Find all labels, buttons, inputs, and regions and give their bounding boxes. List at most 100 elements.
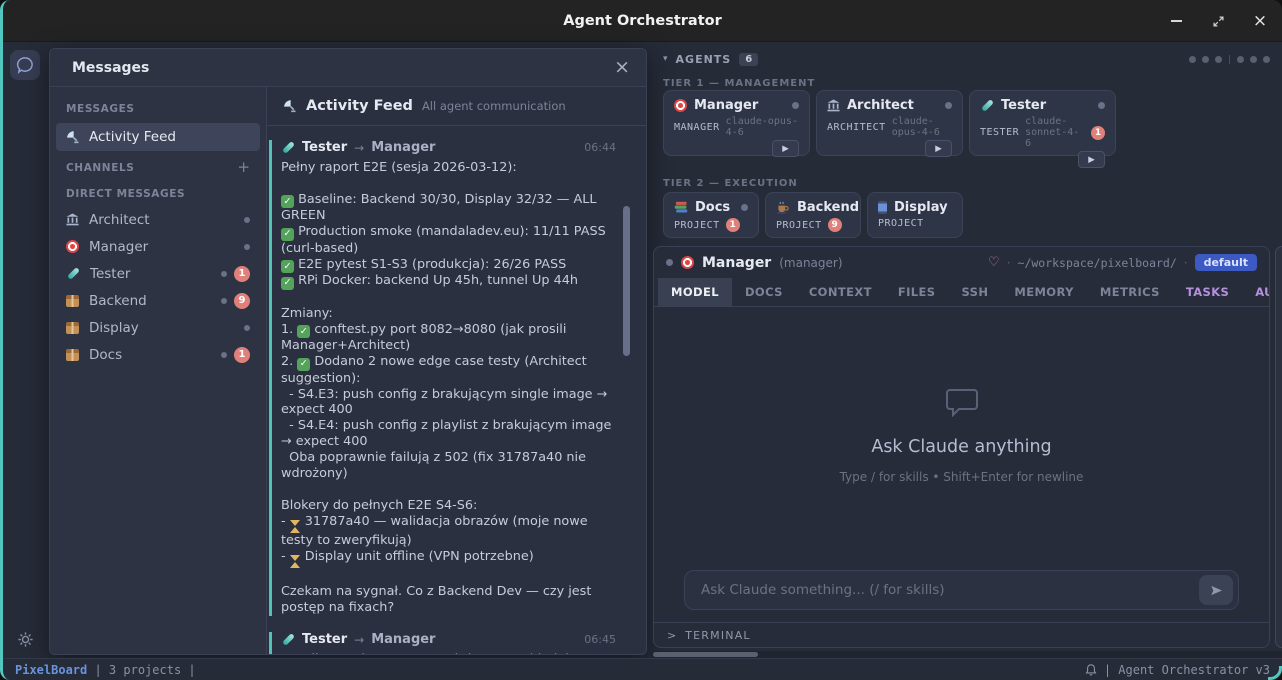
- dot-separator: ·: [1184, 256, 1188, 270]
- dots-divider: [1229, 55, 1230, 64]
- heart-icon[interactable]: ♡: [988, 255, 1000, 270]
- feed-message: Tester → Manager 06:45 Excellent! Edge c…: [269, 632, 620, 654]
- dm-item-architect[interactable]: Architect: [50, 206, 266, 233]
- window-title: Agent Orchestrator: [563, 13, 722, 29]
- agent-card-name: Manager: [694, 98, 758, 113]
- unread-badge: 9: [234, 293, 250, 309]
- dm-item-docs[interactable]: Docs 1: [50, 341, 266, 368]
- play-button[interactable]: ▶: [925, 140, 952, 157]
- tab-context[interactable]: CONTEXT: [796, 278, 885, 306]
- dot-separator: ·: [1007, 256, 1011, 270]
- minimize-button[interactable]: [1168, 13, 1184, 29]
- agent-status-dot: [945, 102, 952, 109]
- title-bar: Agent Orchestrator ×: [3, 0, 1282, 42]
- status-dot: [1202, 56, 1209, 63]
- empty-state-hint: Type / for skills • Shift+Enter for newl…: [840, 470, 1084, 484]
- test-tube-icon: [66, 267, 80, 281]
- messages-overlay-header: Messages ×: [50, 49, 646, 87]
- agent-card-name: Backend: [797, 200, 859, 215]
- terminal-toggle[interactable]: > TERMINAL: [654, 622, 1269, 647]
- feed-scrollbar[interactable]: [623, 206, 630, 356]
- empty-state-title: Ask Claude anything: [871, 437, 1051, 457]
- dm-item-tester[interactable]: Tester 1: [50, 260, 266, 287]
- play-button[interactable]: ▶: [772, 140, 799, 157]
- send-button[interactable]: [1199, 575, 1233, 605]
- messages-overlay: Messages × MESSAGES Activity Feed CHANNE…: [49, 48, 647, 655]
- tab-memory[interactable]: MEMORY: [1001, 278, 1086, 306]
- tab-metrics[interactable]: METRICS: [1087, 278, 1173, 306]
- scrollbar-thumb[interactable]: [653, 652, 758, 657]
- agent-status-dot: [792, 102, 799, 109]
- section-channels-label: CHANNELS: [66, 162, 134, 174]
- close-button[interactable]: ×: [1252, 13, 1268, 29]
- play-button[interactable]: ▶: [1078, 151, 1105, 168]
- conversation-list: MESSAGES Activity Feed CHANNELS + DIRECT…: [50, 87, 267, 654]
- dm-label: Docs: [89, 347, 122, 363]
- section-messages-label: MESSAGES: [50, 95, 266, 121]
- settings-button[interactable]: [3, 631, 47, 648]
- agent-card-display[interactable]: Display PROJECT: [867, 192, 963, 238]
- message-time: 06:44: [584, 141, 620, 154]
- tab-files[interactable]: FILES: [885, 278, 949, 306]
- ask-claude-input[interactable]: [699, 581, 1199, 599]
- tab-tasks[interactable]: TASKS: [1173, 278, 1242, 306]
- statusbar-projects: | 3 projects |: [87, 663, 195, 677]
- books-icon: [674, 201, 688, 214]
- presence-dot: [244, 217, 250, 223]
- agent-detail-name: Manager: [702, 255, 771, 271]
- satellite-icon: [66, 130, 80, 144]
- overlay-close-button[interactable]: ×: [614, 58, 630, 77]
- feed-subtitle: All agent communication: [422, 99, 566, 113]
- horizontal-scrollbar[interactable]: [651, 651, 1282, 658]
- agent-detail-header: Manager (manager) ♡ · ~/workspace/pixelb…: [654, 247, 1269, 278]
- agent-card-backend[interactable]: Backend PROJECT 9: [765, 192, 861, 238]
- left-rail: [3, 42, 47, 658]
- next-panel-edge: [1275, 246, 1282, 648]
- agent-card-manager[interactable]: Manager MANAGER claude-opus-4-6 ▶: [663, 90, 810, 156]
- maximize-button[interactable]: [1210, 13, 1226, 29]
- add-channel-button[interactable]: +: [237, 160, 250, 175]
- dm-item-display[interactable]: Display: [50, 314, 266, 341]
- window-controls: ×: [1168, 0, 1268, 42]
- message-from: Tester: [302, 140, 347, 155]
- activity-feed-header: Activity Feed All agent communication: [267, 87, 646, 126]
- agent-role: PROJECT: [674, 220, 720, 231]
- dm-item-backend[interactable]: Backend 9: [50, 287, 266, 314]
- dm-label: Backend: [89, 293, 147, 309]
- agent-status-dot: [741, 204, 748, 211]
- dm-item-manager[interactable]: Manager: [50, 233, 266, 260]
- agent-card-name: Tester: [1001, 98, 1046, 113]
- feed-scroll-area[interactable]: Tester → Manager 06:44 Pełny raport E2E …: [267, 126, 646, 654]
- agent-detail-role: (manager): [779, 256, 842, 270]
- agent-card-tester[interactable]: Tester TESTER claude-sonnet-4-6 1 ▶: [969, 90, 1116, 156]
- agent-card-name: Docs: [695, 200, 730, 215]
- send-icon: [1210, 585, 1223, 596]
- agent-tab-bar: MODEL DOCS CONTEXT FILES SSH MEMORY METR…: [654, 278, 1269, 307]
- chat-bubble-icon: [15, 55, 35, 75]
- agents-status-dots: [1189, 55, 1270, 64]
- dm-label: Architect: [89, 212, 150, 228]
- statusbar-version: | Agent Orchestrator v3: [1104, 663, 1270, 677]
- sidebar-item-activity-feed[interactable]: Activity Feed: [56, 123, 260, 151]
- agent-card-docs[interactable]: Docs PROJECT 1: [663, 192, 759, 238]
- feed-message: Tester → Manager 06:44 Pełny raport E2E …: [269, 140, 620, 616]
- agents-header[interactable]: ▾ AGENTS 6: [651, 48, 1282, 70]
- bell-icon[interactable]: [1085, 663, 1097, 676]
- tab-audit[interactable]: AUDIT: [1242, 278, 1270, 306]
- messages-rail-button[interactable]: [10, 50, 40, 80]
- test-tube-icon: [980, 99, 994, 113]
- tab-ssh[interactable]: SSH: [948, 278, 1001, 306]
- satellite-icon: [283, 99, 297, 113]
- presence-dot: [221, 298, 227, 304]
- agents-title: AGENTS: [676, 53, 732, 66]
- presence-dot: [244, 244, 250, 250]
- agent-role: MANAGER: [674, 122, 720, 133]
- agent-role: TESTER: [980, 127, 1019, 138]
- package-icon: [66, 349, 79, 361]
- chat-empty-state: Ask Claude anything Type / for skills • …: [654, 307, 1269, 564]
- tab-docs[interactable]: DOCS: [732, 278, 796, 306]
- message-to: Manager: [371, 632, 435, 647]
- branch-badge[interactable]: default: [1195, 254, 1257, 271]
- agent-card-architect[interactable]: Architect ARCHITECT claude-opus-4-6 ▶: [816, 90, 963, 156]
- tab-model[interactable]: MODEL: [658, 278, 732, 306]
